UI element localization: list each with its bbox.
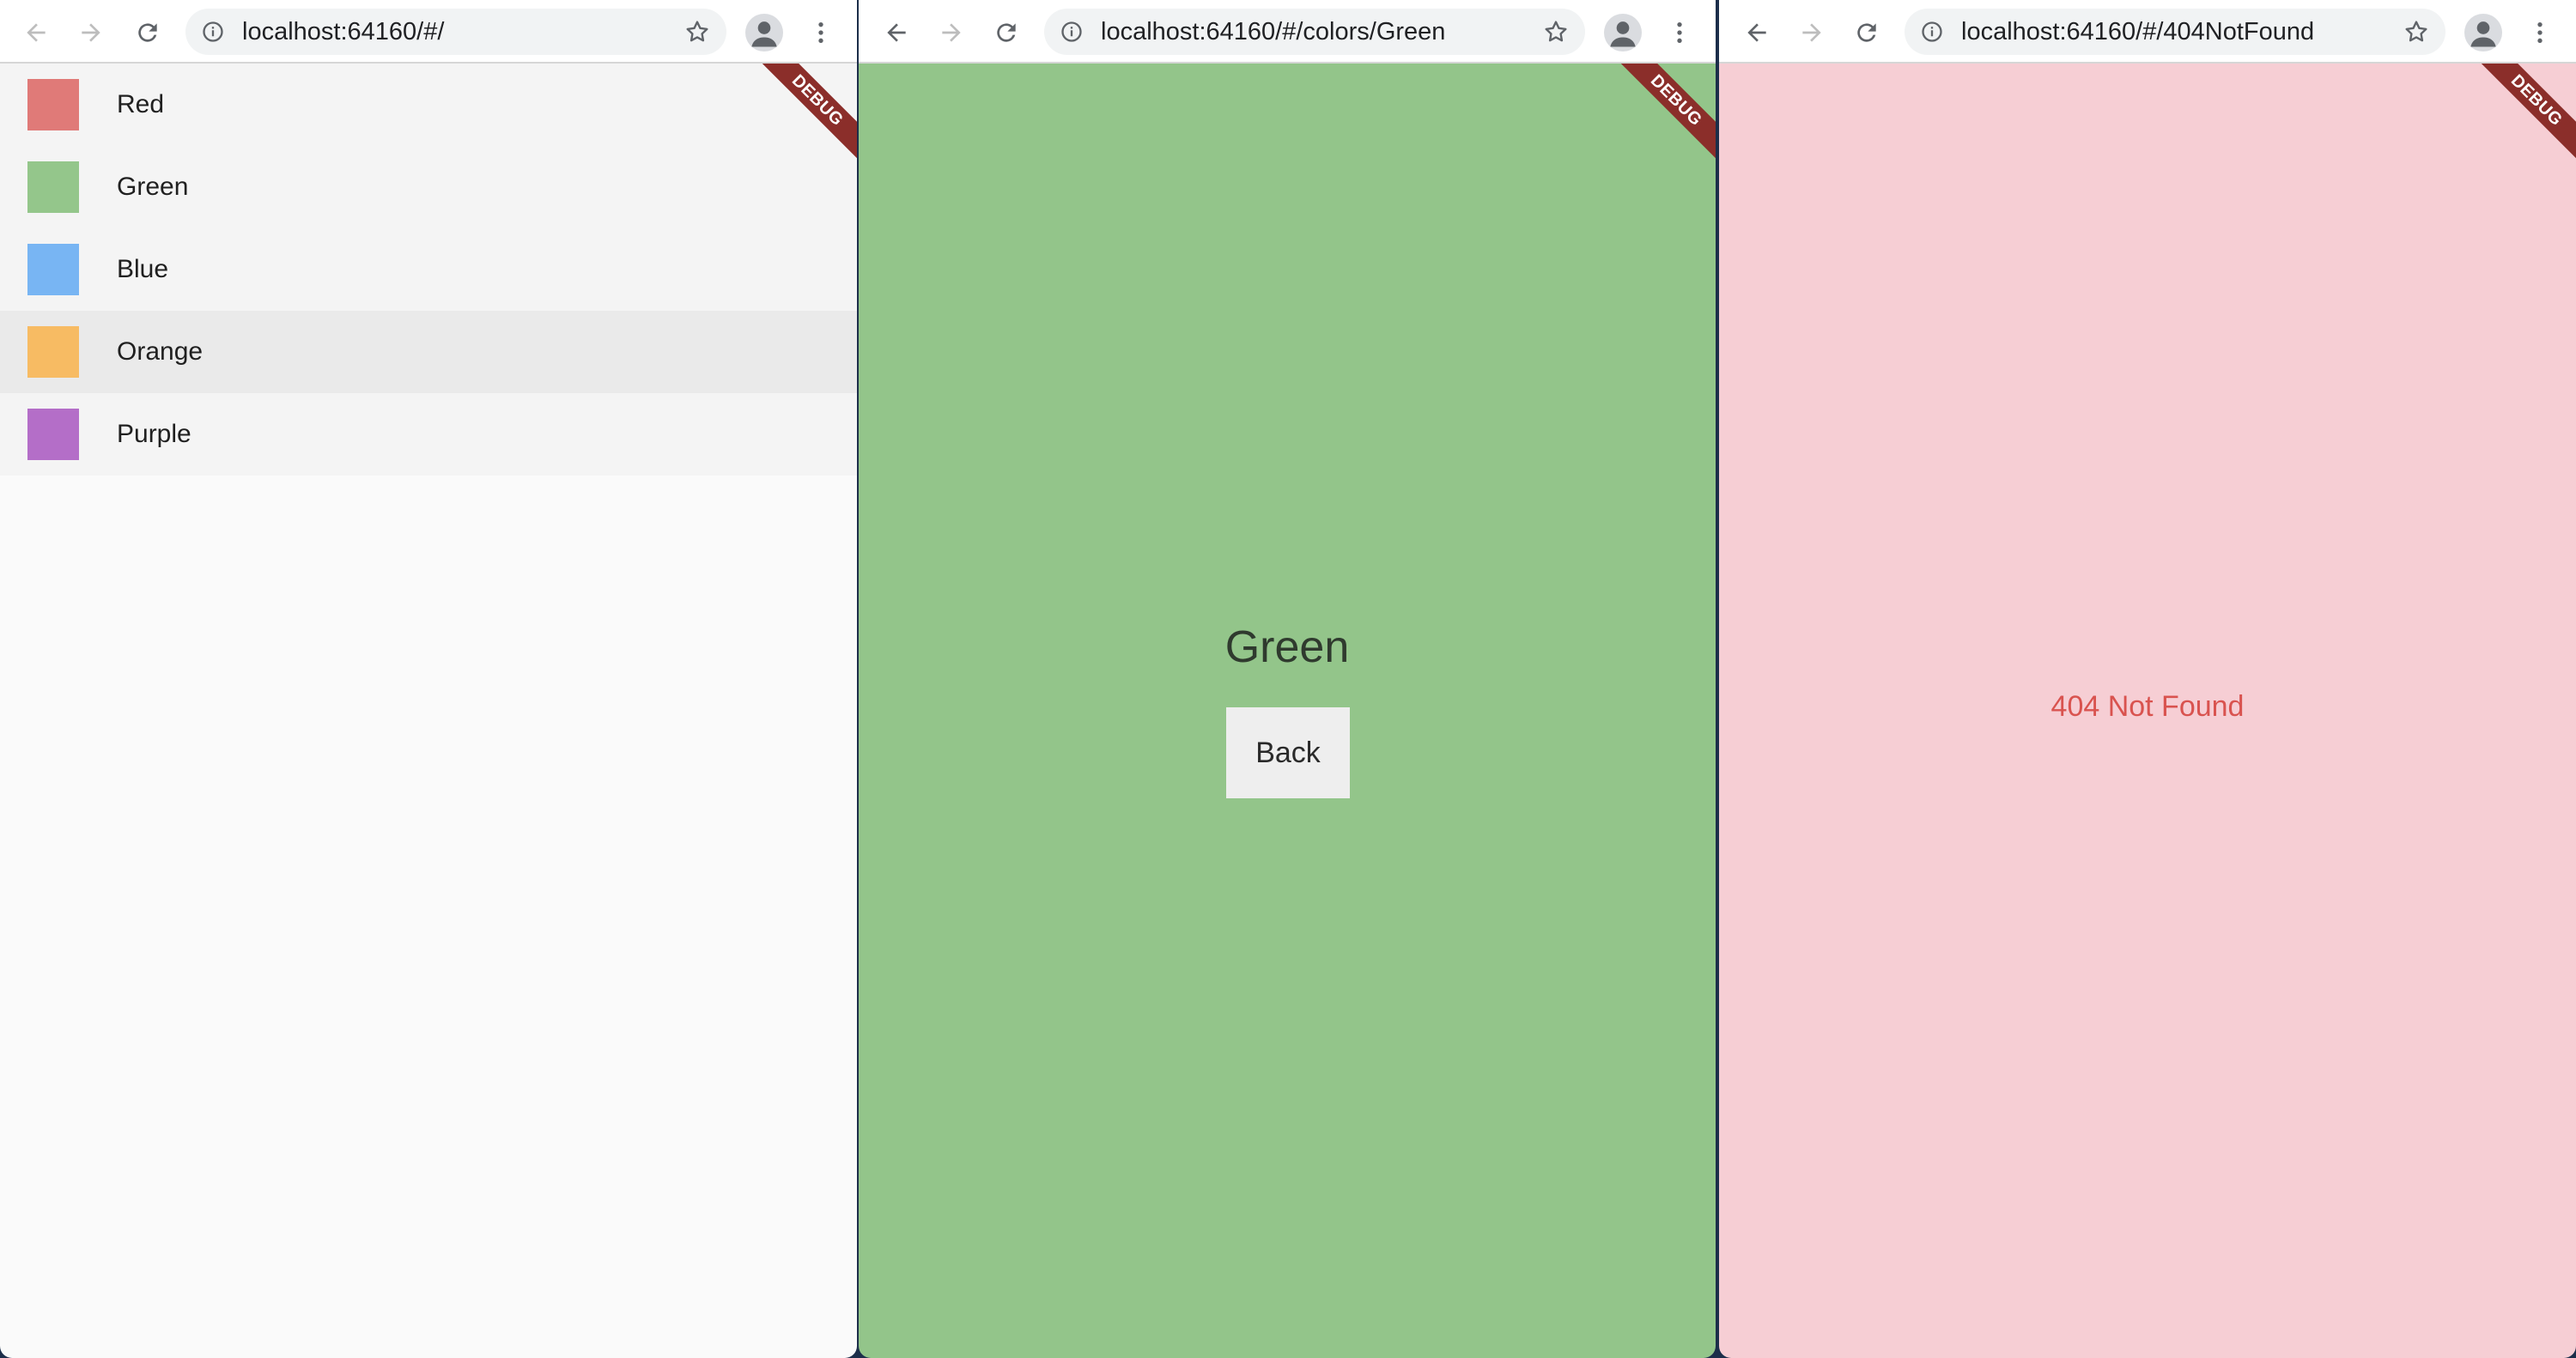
debug-label: DEBUG	[2472, 64, 2576, 165]
forward-arrow-icon[interactable]	[1795, 15, 1829, 50]
color-swatch	[27, 409, 79, 460]
color-list: Red Green Blue Orange Purple	[0, 64, 857, 476]
browser-window-not-found: localhost:64160/#/404NotFound 404 Not Fo…	[1719, 0, 2576, 1358]
kebab-menu-icon[interactable]	[2523, 15, 2557, 50]
reload-icon[interactable]	[1850, 15, 1884, 50]
forward-arrow-icon[interactable]	[74, 15, 108, 50]
list-item-green[interactable]: Green	[0, 146, 857, 228]
browser-toolbar: localhost:64160/#/404NotFound	[1719, 0, 2576, 64]
color-label: Red	[117, 90, 165, 118]
address-bar[interactable]: localhost:64160/#/colors/Green	[1044, 9, 1585, 55]
back-arrow-icon[interactable]	[1740, 15, 1774, 50]
url-text: localhost:64160/#/colors/Green	[1101, 18, 1446, 45]
browser-window-color-detail: localhost:64160/#/colors/Green Green Bac…	[859, 0, 1716, 1358]
forward-arrow-icon[interactable]	[934, 15, 969, 50]
debug-banner: DEBUG	[1609, 64, 1716, 170]
browser-window-home: localhost:64160/#/ Red Green Blue Orange…	[0, 0, 857, 1358]
back-arrow-icon[interactable]	[19, 15, 53, 50]
color-swatch	[27, 244, 79, 295]
list-item-red[interactable]: Red	[0, 64, 857, 146]
color-swatch	[27, 161, 79, 213]
reload-icon[interactable]	[989, 15, 1024, 50]
url-text: localhost:64160/#/	[242, 18, 445, 45]
page-content: Red Green Blue Orange Purple DEBUG	[0, 64, 857, 1358]
color-title: Green	[1224, 622, 1350, 672]
url-text: localhost:64160/#/404NotFound	[1961, 18, 2315, 45]
profile-avatar-icon[interactable]	[1604, 14, 1642, 52]
list-item-blue[interactable]: Blue	[0, 228, 857, 311]
address-bar[interactable]: localhost:64160/#/404NotFound	[1905, 9, 2445, 55]
kebab-menu-icon[interactable]	[804, 15, 838, 50]
page-content: Green Back DEBUG	[859, 64, 1716, 1358]
bookmark-star-icon[interactable]	[683, 18, 711, 45]
list-item-purple[interactable]: Purple	[0, 393, 857, 476]
profile-avatar-icon[interactable]	[2464, 14, 2502, 52]
screen: localhost:64160/#/ Red Green Blue Orange…	[0, 0, 2576, 1358]
info-icon[interactable]	[201, 20, 225, 44]
info-icon[interactable]	[1920, 20, 1944, 44]
browser-toolbar: localhost:64160/#/colors/Green	[859, 0, 1716, 64]
back-arrow-icon[interactable]	[879, 15, 914, 50]
address-bar[interactable]: localhost:64160/#/	[185, 9, 726, 55]
color-label: Green	[117, 173, 189, 201]
color-swatch	[27, 79, 79, 130]
bookmark-star-icon[interactable]	[2403, 18, 2430, 45]
page-content: 404 Not Found DEBUG	[1719, 64, 2576, 1358]
kebab-menu-icon[interactable]	[1662, 15, 1697, 50]
list-item-orange[interactable]: Orange	[0, 311, 857, 393]
debug-label: DEBUG	[1612, 64, 1716, 165]
color-label: Purple	[117, 420, 191, 448]
bookmark-star-icon[interactable]	[1542, 18, 1570, 45]
reload-icon[interactable]	[131, 15, 165, 50]
back-button[interactable]: Back	[1226, 707, 1350, 798]
info-icon[interactable]	[1060, 20, 1084, 44]
debug-banner: DEBUG	[2470, 64, 2576, 170]
color-swatch	[27, 326, 79, 378]
not-found-message: 404 Not Found	[2050, 690, 2245, 723]
color-label: Blue	[117, 255, 169, 283]
color-label: Orange	[117, 337, 204, 366]
profile-avatar-icon[interactable]	[745, 14, 783, 52]
browser-toolbar: localhost:64160/#/	[0, 0, 857, 64]
